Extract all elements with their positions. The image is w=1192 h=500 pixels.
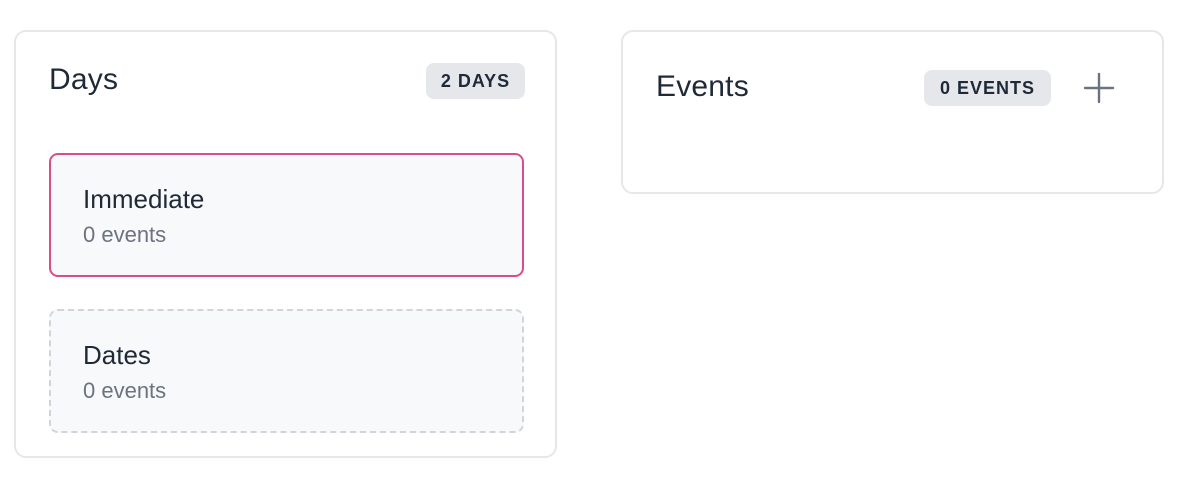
days-count-badge: 2 DAYS (426, 63, 525, 99)
events-count-badge: 0 EVENTS (924, 70, 1051, 106)
events-panel: Events 0 EVENTS (621, 30, 1164, 194)
events-panel-title: Events (656, 70, 749, 103)
day-card-name: Immediate (83, 184, 205, 214)
day-card-event-count: 0 events (83, 378, 167, 403)
day-card-name: Dates (83, 340, 151, 370)
plus-icon (1083, 72, 1115, 104)
add-event-button[interactable] (1081, 70, 1117, 106)
day-card-dates[interactable]: Dates 0 events (49, 309, 524, 433)
day-card-event-count: 0 events (83, 222, 167, 247)
day-card-immediate[interactable]: Immediate 0 events (49, 153, 524, 277)
days-panel: Days 2 DAYS Immediate 0 events Dates 0 e… (14, 30, 557, 458)
days-panel-title: Days (49, 63, 119, 96)
